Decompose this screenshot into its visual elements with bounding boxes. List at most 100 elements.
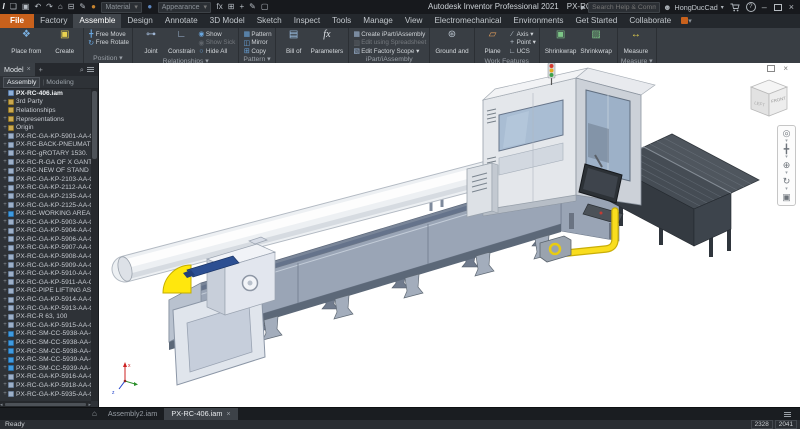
tree-node[interactable]: + PX-RC-GA-KP-5918-AA-COLOUR(: [0, 381, 91, 390]
search-input[interactable]: [588, 2, 660, 13]
tab-list-menu-icon[interactable]: [784, 411, 791, 418]
ribbon-group-label[interactable]: Position ▾: [87, 55, 129, 63]
ribbon-button[interactable]: ◉ Show: [197, 30, 235, 39]
tree-node[interactable]: + PX-RC-R 63, 100: [0, 312, 91, 321]
ribbon-button[interactable]: ↔ Measure: [621, 29, 651, 58]
ribbon-button[interactable]: ○ Hide All: [197, 47, 235, 56]
tree-node[interactable]: + PX-RC-PIPE LIFTING ASM FOR GL(: [0, 287, 91, 296]
document-tab[interactable]: Assembly2.iam×: [101, 408, 164, 420]
subtab-assembly[interactable]: Assembly: [3, 77, 40, 88]
redo-icon[interactable]: ↷: [46, 2, 53, 12]
sphere2-icon[interactable]: ●: [147, 2, 152, 12]
add-browser-tab-button[interactable]: +: [35, 65, 47, 74]
ribbon-button[interactable]: ▧ Edit Factory Scope ▾: [352, 47, 426, 56]
ribbon-button[interactable]: ▦ Create iPart/iAssembly: [352, 30, 426, 39]
tree-node[interactable]: + PX-RC-GA-KP-5916-AA-COLOUR(: [0, 373, 91, 382]
save-icon[interactable]: ▣: [22, 2, 30, 12]
sketch-icon[interactable]: ✎: [79, 2, 86, 12]
ribbon-tab[interactable]: 3D Model: [204, 14, 251, 28]
tree-node[interactable]: + PX-RC-GA-KP-5915-AA-COLOUR: [0, 321, 91, 330]
ribbon-overflow-icon[interactable]: ▾: [681, 14, 692, 28]
restore-button[interactable]: [774, 4, 782, 11]
ribbon-tab[interactable]: File: [0, 14, 34, 28]
ribbon-button[interactable]: ◉ Show Sick: [197, 39, 235, 48]
tree-node[interactable]: + PX-RC-SM-CC-5939-AA-COLOUR(: [0, 355, 91, 364]
pencil-icon[interactable]: ✎: [249, 2, 256, 12]
ribbon-tab[interactable]: Assemble: [73, 14, 121, 28]
home-tab-icon[interactable]: ⌂: [92, 408, 97, 420]
user-name[interactable]: HongDucCad: [675, 3, 718, 12]
ribbon-tab[interactable]: Collaborate: [623, 14, 677, 28]
ribbon-tab[interactable]: Electromechanical: [428, 14, 507, 28]
ribbon-button[interactable]: ▦ Pattern: [242, 30, 271, 39]
print-icon[interactable]: ⊟: [68, 2, 75, 12]
ribbon-button[interactable]: ∟ UCS: [508, 47, 536, 56]
browser-tab-model[interactable]: Model ×: [0, 63, 35, 76]
ribbon-button[interactable]: ⊞ Copy: [242, 47, 271, 56]
3d-model-machine[interactable]: x z: [99, 63, 800, 408]
tree-node[interactable]: + PX-RC-GA-KP-2135-AA-COLOUR(: [0, 192, 91, 201]
subtab-modeling[interactable]: Modeling: [46, 79, 74, 86]
ribbon-tab[interactable]: Sketch: [251, 14, 288, 28]
search-expand-icon[interactable]: ▸: [581, 3, 585, 12]
ribbon-tab[interactable]: View: [399, 14, 429, 28]
browser-vertical-scrollbar[interactable]: [91, 89, 98, 401]
tree-node[interactable]: + Origin: [0, 123, 91, 132]
tree-node[interactable]: + PX-RC-GA-KP-5914-AA-COLOUR(: [0, 295, 91, 304]
ribbon-tab[interactable]: Inspect: [288, 14, 326, 28]
material-dropdown[interactable]: Material▾: [101, 2, 141, 13]
viewport[interactable]: x z × LEFT FRONT ◎▾ ╋▾ ⊕▾ ↻▾ ▣: [99, 63, 800, 408]
tree-node[interactable]: + PX-RC-SM-CC-5939-AA-COLOUR(: [0, 364, 91, 373]
ribbon-button[interactable]: ▥ Edit using Spreadsheet: [352, 39, 426, 48]
ribbon-tab[interactable]: Tools: [326, 14, 357, 28]
inventor-logo-icon[interactable]: I: [3, 2, 5, 12]
home-icon[interactable]: ⌂: [58, 2, 63, 12]
open-folder-icon[interactable]: ❏: [10, 2, 17, 12]
tree-node[interactable]: + PX-RC-gROTARY 1530.: [0, 149, 91, 158]
tree-node[interactable]: + PX-RC-GA-KP-5908-AA-COLOUR(: [0, 252, 91, 261]
ribbon-button[interactable]: ∟ Constrain: [166, 29, 197, 58]
close-icon[interactable]: ×: [226, 409, 230, 418]
tree-node[interactable]: + PX-RC-GA-KP-5901-AA-COLOUR(: [0, 132, 91, 141]
fx-icon[interactable]: fx: [217, 2, 223, 12]
menu-icon[interactable]: [87, 66, 94, 73]
tree-node[interactable]: + PX-RC-GA-KP-5904-AA-COLOUR(: [0, 227, 91, 236]
close-icon[interactable]: ×: [27, 63, 31, 76]
search-icon[interactable]: ⌕: [80, 65, 84, 75]
tree-node[interactable]: + PX-RC-GA-KP-5903-AA-COLOUR(: [0, 218, 91, 227]
appearance-dropdown[interactable]: Appearance▾: [158, 2, 211, 13]
grid-icon[interactable]: ⊞: [228, 2, 235, 12]
look-at-icon[interactable]: ▣: [782, 192, 791, 203]
tree-node[interactable]: + PX-RC-R-GA OF X GANTRY ASSEM: [0, 158, 91, 167]
tree-node[interactable]: + 3rd Party: [0, 98, 91, 107]
help-icon[interactable]: ?: [746, 2, 756, 12]
tree-node[interactable]: + PX-RC-GA-KP-5907-AA-COLOUR(: [0, 244, 91, 253]
tree-node[interactable]: + PX-RC-SM-CC-5938-AA-COLOUR(: [0, 330, 91, 339]
close-document-button[interactable]: ×: [783, 64, 788, 73]
ribbon-tab[interactable]: Manage: [357, 14, 399, 28]
ribbon-button[interactable]: ∕ Axis ▾: [508, 30, 536, 39]
view-cube[interactable]: LEFT FRONT: [746, 77, 792, 123]
ribbon-tab[interactable]: Get Started: [569, 14, 623, 28]
ribbon-button[interactable]: ▱ Plane: [478, 29, 508, 58]
ribbon-button[interactable]: + Point ▾: [508, 39, 536, 48]
ribbon-button[interactable]: ╋ Free Move: [87, 30, 129, 39]
tree-node[interactable]: + Representations: [0, 115, 91, 124]
ribbon-tab[interactable]: Factory: [34, 14, 73, 28]
undo-icon[interactable]: ↶: [34, 2, 41, 12]
document-tab[interactable]: PX-RC-406.iam×: [164, 408, 237, 420]
tree-node[interactable]: + PX-RC-GA-KP-5910-AA-COLOUR(: [0, 269, 91, 278]
tree-node[interactable]: + PX-RC-GA-KP-5911-AA-COLOUR(: [0, 278, 91, 287]
tree-node[interactable]: + PX-RC-GA-KP-5906-AA-COLOUR(: [0, 235, 91, 244]
ribbon-button[interactable]: ↻ Free Rotate: [87, 39, 129, 48]
minimize-button[interactable]: –: [762, 2, 767, 12]
plus-icon[interactable]: +: [239, 2, 244, 12]
ribbon-tab[interactable]: Annotate: [159, 14, 204, 28]
ribbon-tab[interactable]: Design: [121, 14, 159, 28]
ribbon-button[interactable]: ⊶ Joint: [136, 29, 166, 58]
ribbon-button[interactable]: ◫ Mirror: [242, 39, 271, 48]
tree-node[interactable]: + PX-RC-SM-CC-5938-AA-COLOUR(: [0, 347, 91, 356]
restore-document-button[interactable]: [767, 65, 775, 72]
tree-node[interactable]: + PX-RC-GA-KP-5913-AA-COLOUR(: [0, 304, 91, 313]
cart-icon[interactable]: [730, 3, 740, 12]
